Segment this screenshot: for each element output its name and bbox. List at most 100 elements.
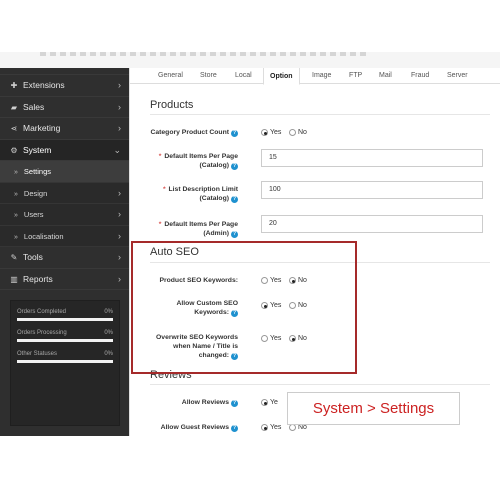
sidebar-item-reports[interactable]: ▥ Reports › [0,269,129,290]
stat-orders-completed: Orders Completed 0% [17,309,113,321]
help-icon[interactable]: ? [231,425,238,432]
sidebar-item-label: Marketing [23,123,61,133]
label-text: Default Items Per Page [164,153,238,160]
sidebar: ✚ Extensions › ▰ Sales › ⋖ Marketing › ⚙ System… [0,68,129,436]
label-text: Allow Reviews [181,399,229,406]
radio-dot [289,129,296,136]
tab-fraud[interactable]: Fraud [405,68,435,84]
radio-label: Yes [270,424,282,431]
help-icon[interactable]: ? [231,163,238,170]
progress-bar [17,360,113,363]
wrench-icon: ✎ [10,253,18,262]
sidebar-item-marketing[interactable]: ⋖ Marketing › [0,118,129,140]
system-settings-callout: System > Settings [287,392,460,425]
sidebar-subitem-label: Design [23,188,48,198]
label-text: List Description Limit [168,186,239,193]
chevron-right-icon: › [118,101,121,112]
divider [150,384,490,385]
radio-label: Yes [270,129,282,136]
sidebar-subitem-users[interactable]: » Users › [0,204,129,226]
top-cropped-strip [0,52,500,68]
label-text: Allow Guest Reviews [160,424,229,431]
label-text: Default Items Per Page [164,221,238,228]
sidebar-item-tools[interactable]: ✎ Tools › [0,247,129,269]
stat-label: Orders Completed [17,309,67,315]
tab-ftp[interactable]: FTP [343,68,368,84]
stat-label: Other Statuses [17,351,58,357]
sidebar-top-edge [0,68,129,75]
sidebar-item-sales[interactable]: ▰ Sales › [0,97,129,118]
chevron-right-icon: › [118,187,121,198]
help-icon[interactable]: ? [231,400,238,407]
double-chevron-icon: » [14,190,18,198]
double-chevron-icon: » [14,169,18,176]
sidebar-item-label: Tools [23,252,43,262]
radio-category-count-yes[interactable]: Yes [261,128,281,137]
gear-icon: ⚙ [10,145,18,155]
label-text: (Catalog) [199,162,229,169]
sidebar-item-label: Reports [23,273,53,284]
radio-category-count-no[interactable]: No [289,128,307,137]
sidebar-subitem-design[interactable]: » Design › [0,182,129,204]
sidebar-subitem-label: Settings [23,167,52,176]
sidebar-item-extensions[interactable]: ✚ Extensions › [0,75,129,97]
bar-chart-icon: ▥ [10,274,18,284]
field-label-allow-reviews: Allow Reviews? [130,398,238,407]
field-label-category-product-count: Category Product Count? [130,128,238,137]
sidebar-item-label: System [23,144,52,155]
chevron-right-icon: › [118,230,121,241]
chevron-right-icon: › [118,80,121,90]
stat-orders-processing: Orders Processing 0% [17,330,113,342]
radio-dot [261,129,268,136]
help-icon[interactable]: ? [231,130,238,137]
field-label-list-description-limit: * List Description Limit (Catalog)? [162,186,239,203]
share-icon: ⋖ [10,124,18,133]
section-title-products: Products [150,99,194,111]
tab-option[interactable]: Option [263,68,300,85]
sidebar-subitem-label: Localisation [23,231,64,241]
tab-local[interactable]: Local [229,68,258,84]
list-description-limit-input[interactable]: 100 [261,181,483,199]
tab-general[interactable]: General [152,68,189,84]
sidebar-item-label: Sales [23,101,45,112]
blurred-top-bar [40,52,370,56]
chevron-down-icon: ⌄ [113,144,121,155]
radio-dot [261,399,268,406]
auto-seo-highlight-box [131,241,357,374]
settings-tabs: General Store Local Option Image FTP Mai… [130,68,500,85]
radio-allow-guest-yes[interactable]: Yes [261,423,281,432]
field-label-items-per-page-catalog: * Default Items Per Page (Catalog)? [158,153,238,170]
radio-label: Ye [270,399,278,406]
sidebar-subitem-settings[interactable]: » Settings [0,161,129,183]
tab-server[interactable]: Server [441,68,474,84]
order-stats-panel: Orders Completed 0% Orders Processing 0% O… [10,300,120,426]
radio-allow-reviews-yes[interactable]: Ye [261,398,278,407]
sidebar-item-system[interactable]: ⚙ System ⌄ [0,139,129,161]
progress-bar [17,318,113,321]
label-text: (Admin) [203,230,229,237]
double-chevron-icon: » [14,233,18,241]
tab-image[interactable]: Image [306,68,337,84]
radio-label: No [298,129,307,136]
label-text: Category Product Count [150,129,229,136]
stat-value: 0% [104,351,113,357]
help-icon[interactable]: ? [231,231,238,238]
items-per-page-catalog-input[interactable]: 15 [261,149,483,167]
sidebar-subitem-label: Users [23,210,44,219]
items-per-page-admin-input[interactable]: 20 [261,215,483,233]
label-text: (Catalog) [199,195,229,202]
divider [150,114,490,115]
stat-value: 0% [104,330,113,336]
tab-mail[interactable]: Mail [373,68,398,84]
stat-other-statuses: Other Statuses 0% [17,351,113,363]
cart-icon: ▰ [10,102,18,112]
radio-dot [289,424,296,431]
chevron-right-icon: › [118,252,121,262]
field-label-items-per-page-admin: * Default Items Per Page (Admin)? [158,221,238,238]
radio-dot [261,424,268,431]
help-icon[interactable]: ? [231,196,238,203]
tab-store[interactable]: Store [194,68,223,84]
field-label-allow-guest-reviews: Allow Guest Reviews? [130,423,238,432]
chevron-right-icon: › [118,273,121,284]
sidebar-subitem-localisation[interactable]: » Localisation › [0,225,129,247]
